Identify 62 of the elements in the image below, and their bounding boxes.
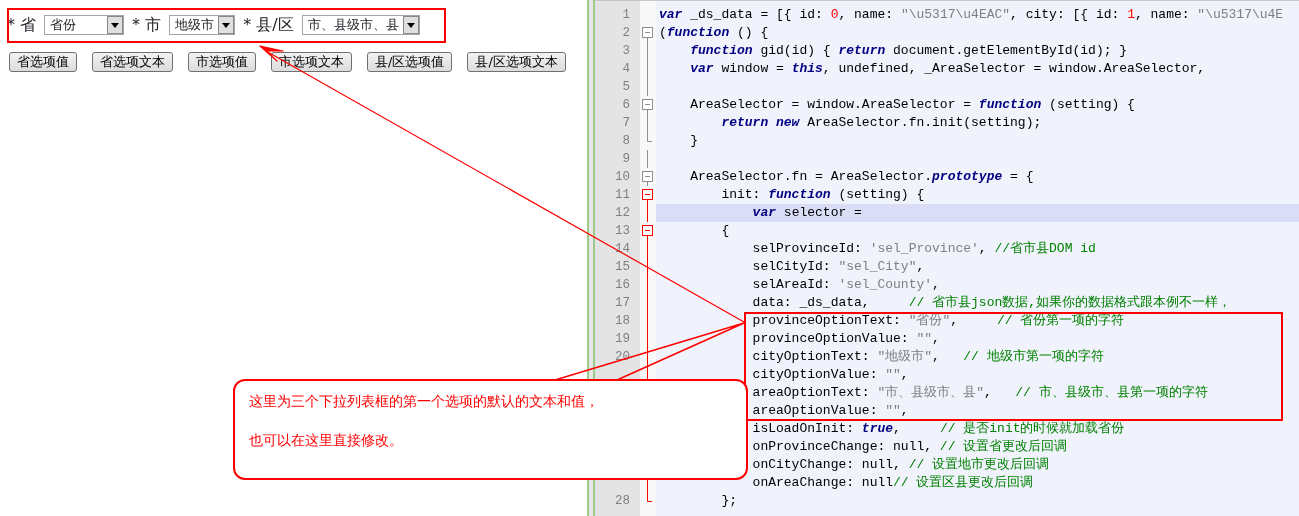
- collapse-icon[interactable]: [642, 186, 653, 204]
- line-number: 15: [615, 260, 630, 274]
- code-line: }: [689, 132, 699, 150]
- line-number: 10: [615, 170, 630, 184]
- code-line: selProvinceId: 'sel_Province', //省市县DOM id: [751, 240, 1097, 258]
- line-number: 5: [622, 80, 630, 94]
- code-line: areaOptionText: "市、县级市、县", // 市、县级市、县第一项的字符: [751, 384, 1209, 402]
- dropdown[interactable]: 市、县级市、县: [301, 15, 420, 35]
- code-line: var _ds_data = [{ id: 0, name: "\u5317\u4EAC", city: [{ id: 1, name: "\u5317\u4E: [658, 6, 1285, 24]
- code-line: AreaSelector.fn = AreaSelector.prototype = {: [689, 168, 1035, 186]
- line-number: 12: [615, 206, 630, 220]
- code-line: onAreaChange: null// 设置区县更改后回调: [751, 474, 1035, 492]
- line-number: 7: [622, 116, 630, 130]
- callout-text: 也可以在这里直接修改。: [249, 431, 404, 450]
- code-line: provinceOptionText: "省份", // 省份第一项的字符: [751, 312, 1126, 330]
- field-label: * 县/区: [243, 14, 294, 36]
- collapse-icon[interactable]: [642, 168, 653, 186]
- code-line: isLoadOnInit: true, // 是否init的时候就加载省份: [751, 420, 1126, 438]
- line-number: 17: [615, 296, 630, 310]
- action-button[interactable]: 市选项值: [188, 52, 256, 72]
- code-line: cityOptionValue: "",: [751, 366, 910, 384]
- collapse-icon[interactable]: [642, 222, 653, 240]
- line-number: 2: [622, 26, 630, 40]
- dropdown[interactable]: 省份: [44, 15, 125, 35]
- code-line: init: function (setting) {: [720, 186, 926, 204]
- code-line: return new AreaSelector.fn.init(setting);: [720, 114, 1043, 132]
- code-line: function gid(id) { return document.getElementById(id); }: [689, 42, 1129, 60]
- code-line: provinceOptionValue: "",: [751, 330, 941, 348]
- line-number: 8: [622, 134, 630, 148]
- callout-text: 这里为三个下拉列表框的第一个选项的默认的文本和值，: [249, 392, 600, 411]
- action-button[interactable]: 省选项文本: [92, 52, 173, 72]
- code-line: selCityId: "sel_City",: [751, 258, 926, 276]
- action-button[interactable]: 省选项值: [9, 52, 77, 72]
- line-number: 14: [615, 242, 630, 256]
- line-number: 3: [622, 44, 630, 58]
- code-line: onCityChange: null, // 设置地市更改后回调: [751, 456, 1051, 474]
- line-number: 19: [615, 332, 630, 346]
- collapse-icon[interactable]: [642, 96, 653, 114]
- line-number: 18: [615, 314, 630, 328]
- line-number: 13: [615, 224, 630, 238]
- code-line: selAreaId: 'sel_County',: [751, 276, 941, 294]
- dropdown[interactable]: 地级市: [169, 15, 236, 35]
- action-button[interactable]: 县/区选项文本: [467, 52, 566, 72]
- code-line: var window = this, undefined, _AreaSelector = window.AreaSelector,: [689, 60, 1207, 78]
- collapse-icon[interactable]: [642, 24, 653, 42]
- line-number: 9: [622, 152, 630, 166]
- code-line: AreaSelector = window.AreaSelector = function (setting) {: [689, 96, 1136, 114]
- code-line: (function () {: [658, 24, 770, 42]
- line-number: 6: [622, 98, 630, 112]
- line-number: 16: [615, 278, 630, 292]
- line-number: 4: [622, 62, 630, 76]
- code-line: onProvinceChange: null, // 设置省更改后回调: [751, 438, 1069, 456]
- line-number: 28: [615, 494, 630, 508]
- code-line: areaOptionValue: "",: [751, 402, 910, 420]
- code-line: {: [720, 222, 731, 240]
- line-number: 11: [615, 188, 630, 202]
- code-line: cityOptionText: "地级市", // 地级市第一项的字符: [751, 348, 1105, 366]
- line-number: 1: [622, 8, 630, 22]
- action-button[interactable]: 县/区选项值: [367, 52, 453, 72]
- field-label: * 市: [132, 14, 162, 36]
- code-line: data: _ds_data, // 省市县json数据,如果你的数据格式跟本例不一样，: [751, 294, 1233, 312]
- code-line: };: [720, 492, 738, 510]
